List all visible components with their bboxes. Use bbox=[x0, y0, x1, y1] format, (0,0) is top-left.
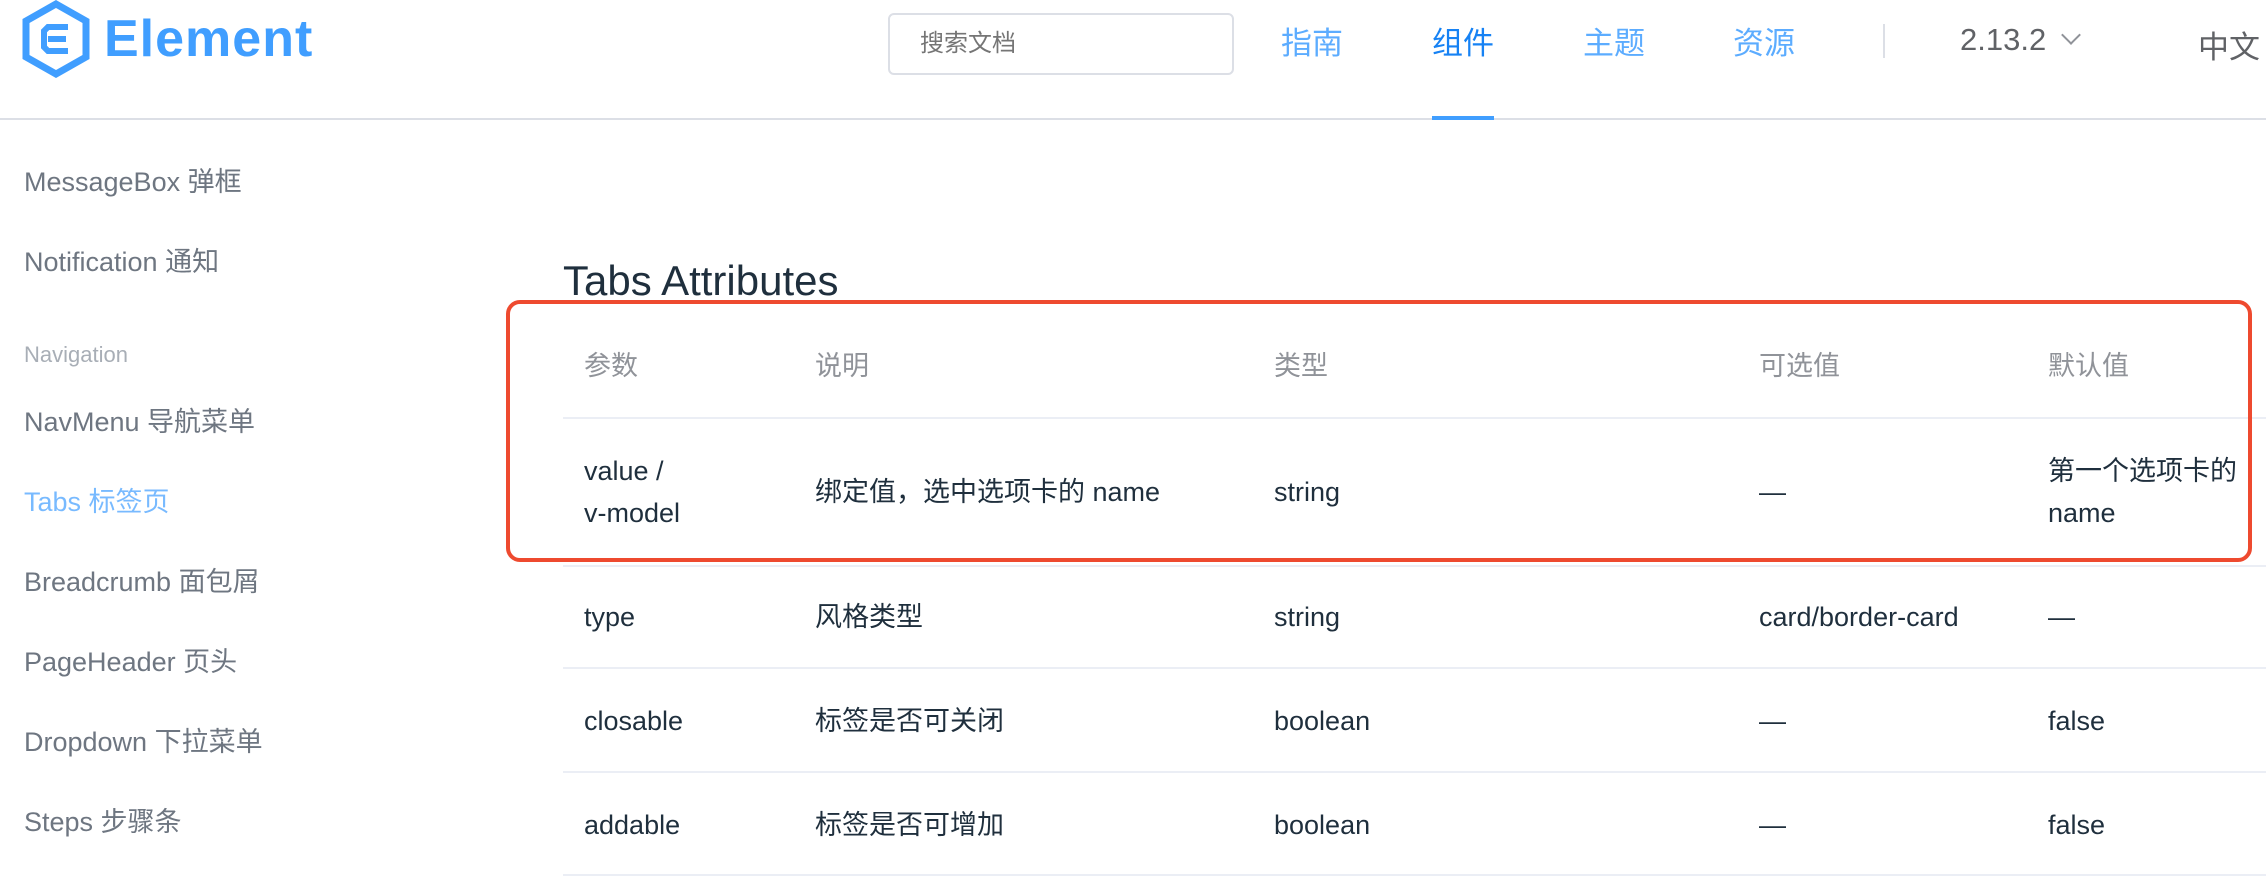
header-divider bbox=[1883, 24, 1885, 58]
cell-desc: 风格类型 bbox=[815, 602, 923, 632]
version-label: 2.13.2 bbox=[1960, 22, 2047, 57]
row-divider bbox=[563, 565, 2266, 567]
cell-param: closable bbox=[584, 706, 684, 736]
nav-theme[interactable]: 主题 bbox=[1583, 18, 1645, 63]
logo-text: Element bbox=[104, 10, 314, 68]
cell-options: — bbox=[1759, 810, 1786, 840]
cell-type: string bbox=[1274, 602, 1341, 632]
page-title: Tabs Attributes bbox=[563, 256, 839, 304]
sidebar-item-tabs[interactable]: Tabs 标签页 bbox=[24, 480, 170, 519]
cell-param: addable bbox=[584, 810, 681, 840]
nav-component[interactable]: 组件 bbox=[1432, 18, 1494, 63]
sidebar-item-breadcrumb[interactable]: Breadcrumb 面包屑 bbox=[24, 560, 260, 599]
nav-resource[interactable]: 资源 bbox=[1733, 18, 1795, 63]
top-header: Element 指南 组件 主题 资源 2.13.2 中文 bbox=[0, 0, 2266, 120]
highlight-annotation-box bbox=[506, 300, 2252, 562]
sidebar-item-steps[interactable]: Steps 步骤条 bbox=[24, 800, 182, 839]
cell-param: type bbox=[584, 602, 636, 632]
chevron-down-icon bbox=[2061, 25, 2082, 45]
language-switch[interactable]: 中文 bbox=[2198, 22, 2260, 67]
element-logo[interactable]: Element bbox=[22, 0, 313, 78]
element-logo-icon bbox=[22, 0, 90, 78]
active-nav-underline bbox=[1432, 116, 1494, 120]
nav-guide[interactable]: 指南 bbox=[1281, 18, 1343, 63]
cell-default: — bbox=[2048, 602, 2075, 632]
row-divider bbox=[563, 667, 2266, 669]
cell-options: card/border-card bbox=[1759, 602, 1959, 632]
search-input[interactable] bbox=[888, 13, 1234, 75]
sidebar-item-notification[interactable]: Notification 通知 bbox=[24, 240, 219, 279]
sidebar-item-navmenu[interactable]: NavMenu 导航菜单 bbox=[24, 400, 255, 439]
cell-type: boolean bbox=[1274, 810, 1371, 840]
cell-desc: 标签是否可增加 bbox=[815, 810, 1004, 840]
row-divider bbox=[563, 771, 2266, 773]
cell-options: — bbox=[1759, 706, 1786, 736]
row-divider bbox=[563, 874, 2266, 876]
cell-type: boolean bbox=[1274, 706, 1371, 736]
sidebar-item-dropdown[interactable]: Dropdown 下拉菜单 bbox=[24, 720, 263, 759]
cell-default: false bbox=[2048, 706, 2106, 736]
cell-desc: 标签是否可关闭 bbox=[815, 706, 1004, 736]
sidebar-group-title: Navigation bbox=[24, 342, 128, 367]
sidebar-item-messagebox[interactable]: MessageBox 弹框 bbox=[24, 160, 242, 199]
sidebar-item-pageheader[interactable]: PageHeader 页头 bbox=[24, 640, 237, 679]
cell-default: false bbox=[2048, 810, 2106, 840]
version-dropdown[interactable]: 2.13.2 bbox=[1960, 22, 2082, 58]
